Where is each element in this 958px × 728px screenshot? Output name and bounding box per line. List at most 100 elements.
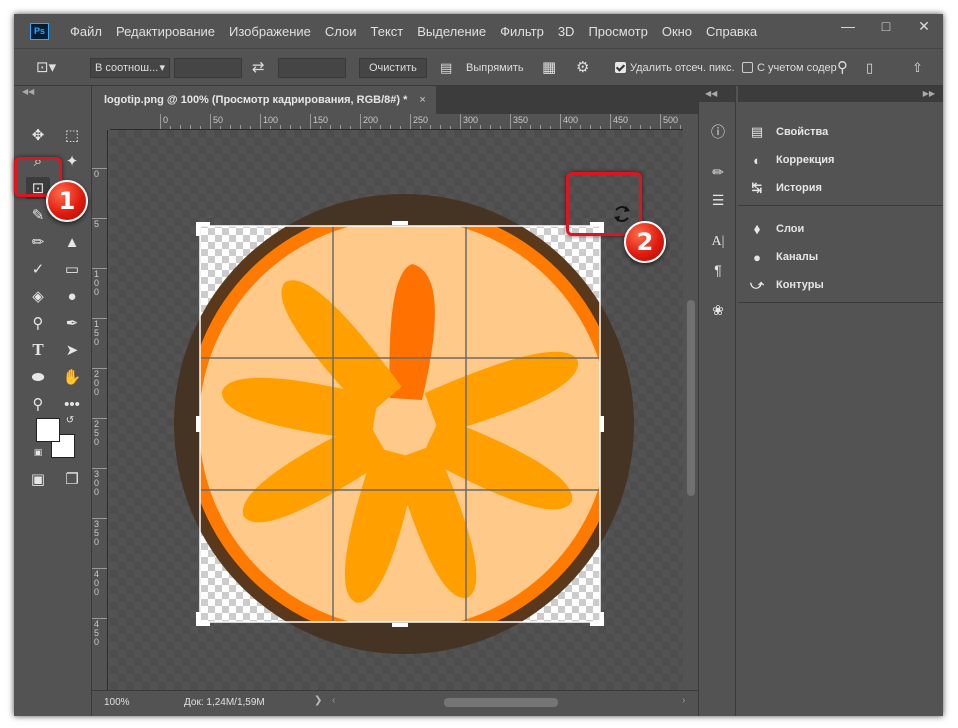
horizontal-ruler[interactable]: 0 50 100 150 200 250 300 350 400 450 500 <box>110 114 683 130</box>
swap-colors-icon[interactable]: ↺ <box>64 414 76 426</box>
paint-bucket-tool-icon[interactable]: ◈ <box>26 285 50 307</box>
ruler-h-minor-tick <box>400 126 401 129</box>
ruler-h-label: 350 <box>513 115 529 125</box>
ruler-h-minor-tick <box>620 126 621 129</box>
panel-layers[interactable]: ⬧ Слои <box>748 218 804 240</box>
crop-tool-preset-icon[interactable]: ⊡▾ <box>36 58 56 78</box>
ruler-h-minor-tick <box>420 126 421 129</box>
ruler-v-label: 2 5 0 <box>94 419 100 447</box>
status-menu-arrow-icon[interactable]: ❯ <box>314 695 322 706</box>
step-badge-1: 1 <box>46 180 88 222</box>
menu-type[interactable]: Текст <box>364 24 411 39</box>
ruler-h-minor-tick <box>630 125 631 129</box>
close-icon[interactable]: ✕ <box>905 14 943 38</box>
paragraph-icon[interactable]: ¶ <box>707 260 729 280</box>
straighten-icon[interactable]: ▤ <box>440 58 452 78</box>
marquee-tool-icon[interactable]: ⬚ <box>60 124 84 146</box>
scroll-right-icon[interactable]: › <box>682 695 685 706</box>
grid-overlay-icon[interactable]: ▦ <box>542 58 556 78</box>
menu-view[interactable]: Просмотр <box>581 24 654 39</box>
ruler-h-minor-tick <box>270 126 271 129</box>
straighten-button[interactable]: Выпрямить <box>466 58 524 78</box>
swap-icon[interactable]: ⇄ <box>252 58 265 78</box>
ruler-h-minor-tick <box>650 126 651 129</box>
maximize-icon[interactable]: □ <box>867 14 905 38</box>
ruler-h-minor-tick <box>250 126 251 129</box>
ruler-h-minor-tick <box>320 126 321 129</box>
menu-file[interactable]: Файл <box>63 24 109 39</box>
path-selection-tool-icon[interactable]: ➤ <box>60 339 84 361</box>
screen-mode-icon[interactable]: ❐ <box>60 468 84 490</box>
foreground-color-swatch[interactable] <box>36 418 60 442</box>
ruler-h-label: 100 <box>263 115 279 125</box>
brush-settings-icon[interactable]: ✏ <box>707 162 729 182</box>
ruler-origin[interactable] <box>92 114 110 130</box>
info-icon[interactable]: ⓘ <box>707 122 729 142</box>
panel-collapse-right-icon[interactable]: ▶▶ <box>738 86 943 102</box>
panel-channels[interactable]: ● Каналы <box>748 246 818 268</box>
height-input[interactable] <box>278 58 346 78</box>
panel-collapse-icon[interactable]: ◀◀ <box>14 86 91 98</box>
panel-paths[interactable]: ⤻ Контуры <box>748 274 824 296</box>
delete-cropped-checkbox[interactable] <box>615 58 627 78</box>
menu-window[interactable]: Окно <box>655 24 699 39</box>
menu-layers[interactable]: Слои <box>318 24 364 39</box>
scroll-left-icon[interactable]: ‹ <box>332 695 335 706</box>
ruler-h-minor-tick <box>220 126 221 129</box>
blur-tool-icon[interactable]: ● <box>60 285 84 307</box>
ellipse-tool-icon[interactable]: ⬬ <box>26 366 50 388</box>
brush-tool-icon[interactable]: ✏ <box>26 231 50 253</box>
content-aware-checkbox[interactable] <box>742 58 754 78</box>
ruler-v-label: 4 5 0 <box>94 619 100 647</box>
ruler-h-minor-tick <box>440 125 441 129</box>
horizontal-scroll-thumb[interactable] <box>444 698 558 707</box>
channels-icon: ● <box>753 249 761 265</box>
move-tool-icon[interactable]: ✥ <box>26 124 50 146</box>
vertical-ruler[interactable]: 0 5 1 0 0 1 5 0 2 0 0 2 5 0 3 0 0 3 5 0 4 0 0 4 5… <box>92 130 108 690</box>
zoom-tool-icon[interactable]: ⚲ <box>26 393 50 415</box>
more-tools-icon[interactable]: ••• <box>60 393 84 415</box>
menu-select[interactable]: Выделение <box>410 24 493 39</box>
crop-preview <box>200 226 600 622</box>
hand-tool-icon[interactable]: ✋ <box>60 366 84 388</box>
menu-image[interactable]: Изображение <box>222 24 318 39</box>
ruler-v-label: 0 <box>94 169 100 179</box>
stamp-tool-icon[interactable]: ▲ <box>60 231 84 253</box>
menu-help[interactable]: Справка <box>699 24 764 39</box>
adjust-sliders-icon[interactable]: ☰ <box>707 190 729 210</box>
clear-button[interactable]: Очистить <box>359 58 427 78</box>
document-tab[interactable]: logotip.png @ 100% (Просмотр кадрировани… <box>92 86 436 114</box>
vertical-scroll-thumb[interactable] <box>687 300 695 496</box>
dodge-tool-icon[interactable]: ⚲ <box>26 312 50 334</box>
menu-edit[interactable]: Редактирование <box>109 24 222 39</box>
magic-wand-tool-icon[interactable]: ✦ <box>60 150 84 172</box>
quick-mask-icon[interactable]: ▣ <box>26 468 50 490</box>
panel-adjustments[interactable]: ◐ Коррекция <box>748 149 834 171</box>
panel-properties[interactable]: ▤ Свойства <box>748 121 828 143</box>
vertical-scrollbar[interactable] <box>683 114 698 690</box>
zoom-level[interactable]: 100% <box>104 697 130 708</box>
gear-icon[interactable]: ⚙ <box>576 58 589 78</box>
menu-3d[interactable]: 3D <box>551 24 582 39</box>
color-palette-icon[interactable]: ❀ <box>707 300 729 320</box>
type-tool-icon[interactable]: T <box>26 339 50 361</box>
character-icon[interactable]: A| <box>707 232 729 252</box>
content-aware-label: С учетом содерж <box>757 62 837 74</box>
eraser-tool-icon[interactable]: ▭ <box>60 258 84 280</box>
workspace-icon[interactable]: ▯ <box>866 58 873 78</box>
panel-expand-icon[interactable]: ◀◀ <box>699 86 735 102</box>
menu-filter[interactable]: Фильтр <box>493 24 551 39</box>
ruler-h-minor-tick <box>530 125 531 129</box>
pen-tool-icon[interactable]: ✒ <box>60 312 84 334</box>
tab-close-icon[interactable]: × <box>419 94 425 106</box>
minimize-icon[interactable]: — <box>829 14 867 38</box>
share-icon[interactable]: ⇧ <box>912 58 923 78</box>
photoshop-window: Ps Файл Редактирование Изображение Слои … <box>14 14 943 716</box>
ruler-h-minor-tick <box>500 126 501 129</box>
width-input[interactable] <box>174 58 242 78</box>
history-brush-tool-icon[interactable]: ✓ <box>26 258 50 280</box>
ratio-dropdown[interactable]: В соотнош... ▾ <box>90 58 170 78</box>
default-colors-icon[interactable]: ▣ <box>32 446 44 458</box>
search-icon[interactable]: ⚲ <box>837 58 848 78</box>
panel-history[interactable]: ↹ История <box>748 177 822 199</box>
